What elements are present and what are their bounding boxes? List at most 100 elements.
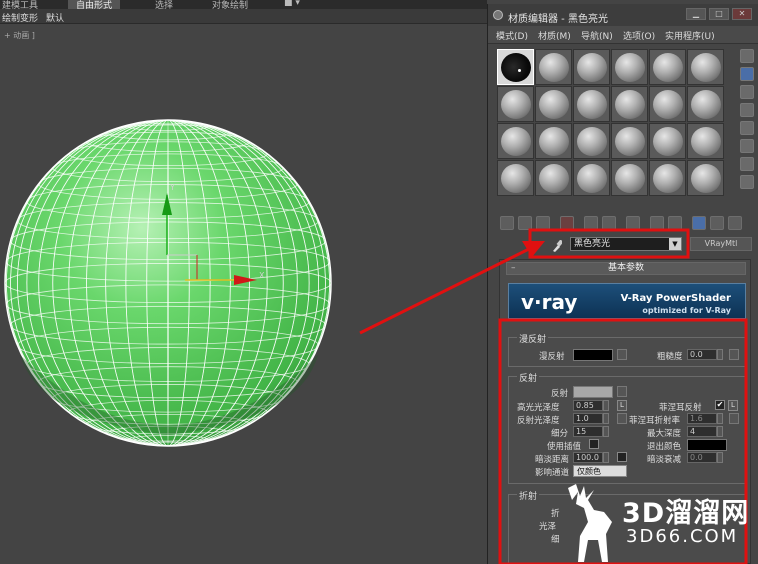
- copy-material-icon[interactable]: [584, 216, 598, 230]
- background-checker-icon[interactable]: [740, 85, 754, 99]
- eyedropper-icon[interactable]: [552, 240, 562, 252]
- subbar-paint-deform[interactable]: 绘制变形: [2, 11, 38, 24]
- maximize-icon[interactable]: □: [709, 8, 729, 20]
- material-sample-slot[interactable]: [649, 49, 686, 85]
- sample-type-icon[interactable]: [740, 49, 754, 63]
- assign-to-selection-icon[interactable]: [536, 216, 550, 230]
- material-sample-slot[interactable]: [573, 123, 610, 159]
- close-icon[interactable]: ✕: [732, 8, 752, 20]
- show-end-result-icon[interactable]: [692, 216, 706, 230]
- menu-options[interactable]: 选项(O): [623, 29, 655, 42]
- material-sample-slot[interactable]: [573, 160, 610, 196]
- material-sample-slot[interactable]: [687, 123, 724, 159]
- material-sample-slot[interactable]: [611, 49, 648, 85]
- fresnel-label: 菲涅耳反射: [659, 403, 702, 413]
- material-id-icon[interactable]: [650, 216, 664, 230]
- refl-gloss-map-button[interactable]: [617, 413, 627, 424]
- material-sample-slot[interactable]: [497, 160, 534, 196]
- subdivs-spinner[interactable]: 15: [573, 426, 609, 437]
- material-sample-slot[interactable]: [687, 49, 724, 85]
- dim-distance-checkbox[interactable]: [617, 452, 627, 462]
- material-sample-slot[interactable]: [687, 86, 724, 122]
- dim-falloff-value: 0.0: [690, 453, 703, 462]
- material-sample-slot[interactable]: [573, 86, 610, 122]
- basic-params-rollout-header[interactable]: – 基本参数: [506, 262, 746, 275]
- material-sample-slot[interactable]: [535, 49, 572, 85]
- fresnel-ior-map-button[interactable]: [729, 413, 739, 424]
- chevron-down-icon[interactable]: ▼: [669, 238, 681, 250]
- watermark-text-url: 3D66.COM: [626, 526, 739, 547]
- reflection-group-title: 反射: [517, 371, 540, 384]
- subbar-default[interactable]: 默认: [46, 11, 64, 24]
- options-icon[interactable]: [740, 157, 754, 171]
- roughness-map-button[interactable]: [729, 349, 739, 360]
- material-editor-app-icon: [493, 10, 503, 20]
- put-to-scene-icon[interactable]: [518, 216, 532, 230]
- make-unique-icon[interactable]: [602, 216, 616, 230]
- get-material-icon[interactable]: [500, 216, 514, 230]
- fresnel-ior-spinner[interactable]: 1.6: [687, 413, 723, 424]
- go-forward-sibling-icon[interactable]: [728, 216, 742, 230]
- menu-navigation[interactable]: 导航(N): [581, 29, 613, 42]
- material-sample-slot[interactable]: [535, 160, 572, 196]
- material-sample-slot[interactable]: [611, 123, 648, 159]
- max-depth-spinner[interactable]: 4: [687, 426, 723, 437]
- material-name-field[interactable]: 黑色亮光 ▼: [570, 237, 682, 251]
- use-interp-checkbox[interactable]: [589, 439, 599, 449]
- hilight-gloss-spinner[interactable]: 0.85: [573, 400, 609, 411]
- menu-material[interactable]: 材质(M): [538, 29, 571, 42]
- vray-banner: v·ray V-Ray PowerShader optimized for V-…: [508, 283, 746, 319]
- material-sample-slot[interactable]: [687, 160, 724, 196]
- exit-color-swatch[interactable]: [687, 439, 727, 451]
- roughness-spinner[interactable]: 0.0: [687, 349, 723, 360]
- make-preview-icon[interactable]: [740, 139, 754, 153]
- material-sample-sphere: [501, 53, 531, 82]
- minimize-icon[interactable]: ▁: [686, 8, 706, 20]
- hilight-gloss-value: 0.85: [576, 401, 594, 410]
- material-sample-sphere: [653, 164, 683, 193]
- dim-distance-spinner[interactable]: 100.0: [573, 452, 609, 463]
- material-sample-slot[interactable]: [535, 86, 572, 122]
- sphere-object[interactable]: Y X: [0, 25, 487, 564]
- select-by-material-icon[interactable]: [740, 175, 754, 189]
- sample-uv-icon[interactable]: [740, 103, 754, 117]
- menu-utilities[interactable]: 实用程序(U): [665, 29, 715, 42]
- deer-logo-icon: [568, 484, 612, 562]
- material-sample-slot[interactable]: [535, 123, 572, 159]
- fresnel-checkbox[interactable]: ✔: [715, 400, 725, 410]
- show-shaded-icon[interactable]: [668, 216, 682, 230]
- go-to-parent-icon[interactable]: [710, 216, 724, 230]
- backlight-icon[interactable]: [740, 67, 754, 81]
- video-color-check-icon[interactable]: [740, 121, 754, 135]
- diffuse-map-button[interactable]: [617, 349, 627, 360]
- material-sample-slot[interactable]: [649, 123, 686, 159]
- dim-falloff-label: 暗淡衰减: [647, 455, 682, 465]
- material-sample-slot[interactable]: [649, 160, 686, 196]
- hilight-lock-button[interactable]: L: [617, 400, 627, 411]
- material-sample-slot[interactable]: [611, 160, 648, 196]
- ribbon-extra-icon[interactable]: ■ ▾: [284, 0, 300, 8]
- reflect-color-swatch[interactable]: [573, 386, 613, 398]
- material-type-button[interactable]: VRayMtl: [690, 237, 752, 251]
- material-sample-slot[interactable]: [497, 123, 534, 159]
- dim-falloff-spinner[interactable]: 0.0: [687, 452, 723, 463]
- refl-gloss-spinner[interactable]: 1.0: [573, 413, 609, 424]
- perspective-viewport[interactable]: + 动画 ] Y X: [0, 25, 487, 564]
- material-sample-slot[interactable]: [497, 86, 534, 122]
- fresnel-lock-button[interactable]: L: [728, 400, 738, 411]
- menu-mode[interactable]: 模式(D): [496, 29, 528, 42]
- use-interp-label: 使用插值: [547, 442, 582, 452]
- material-sample-slot[interactable]: [497, 49, 534, 85]
- material-sample-slot[interactable]: [611, 86, 648, 122]
- diffuse-color-swatch[interactable]: [573, 349, 613, 361]
- ribbon-subbar: 绘制变形 默认: [0, 9, 487, 24]
- refraction-group-title: 折射: [517, 489, 540, 502]
- material-sample-slot[interactable]: [573, 49, 610, 85]
- material-sample-slot[interactable]: [649, 86, 686, 122]
- material-editor-titlebar[interactable]: 材质编辑器 - 黑色亮光 ▁ □ ✕: [488, 4, 758, 26]
- reflect-map-button[interactable]: [617, 386, 627, 397]
- affect-channels-dropdown[interactable]: 仅颜色: [573, 465, 627, 477]
- reset-map-icon[interactable]: [560, 216, 574, 230]
- put-to-library-icon[interactable]: [626, 216, 640, 230]
- max-depth-label: 最大深度: [647, 429, 682, 439]
